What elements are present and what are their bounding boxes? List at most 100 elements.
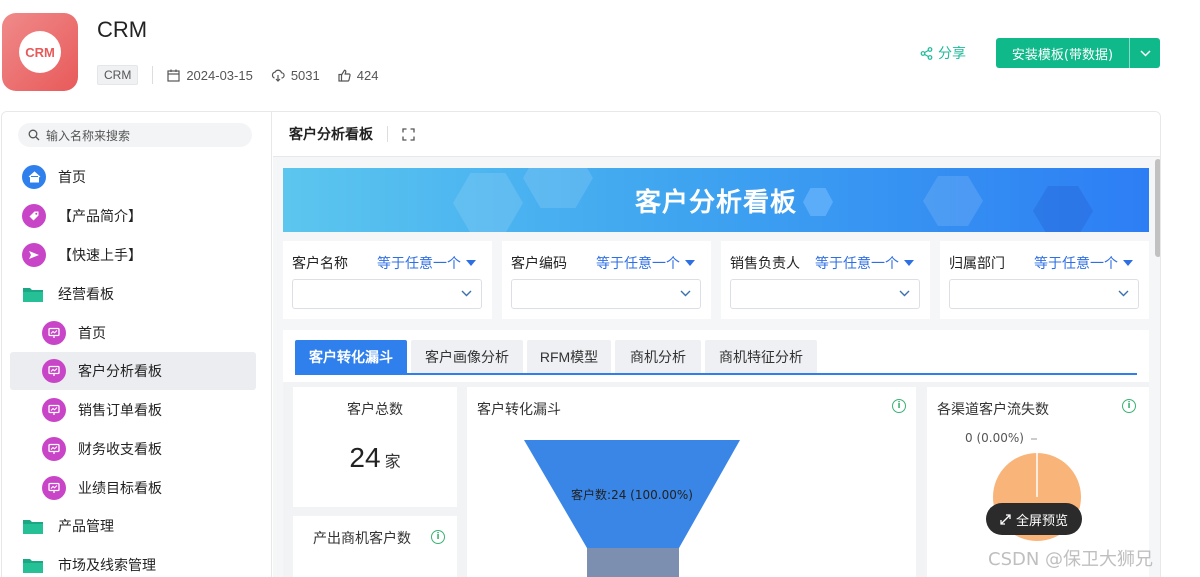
sidebar-item-marketing[interactable]: 市场及线索管理 [10, 546, 256, 577]
sidebar-item-finance[interactable]: 财务收支看板 [10, 430, 256, 468]
pie-label: 0 (0.00%) [965, 431, 1024, 445]
sidebar-item-quick-start[interactable]: 【快速上手】 [10, 236, 256, 274]
card-total-customers: 客户总数 24 家 [293, 387, 457, 507]
app-logo: CRM [2, 13, 78, 91]
filter-sales-owner: 销售负责人 等于任意一个 [721, 241, 930, 319]
search-placeholder: 输入名称来搜索 [46, 128, 131, 143]
install-template-button[interactable]: 安装模板(带数据) [996, 38, 1160, 68]
funnel-label: 客户数:24 (100.00%) [571, 488, 693, 502]
sidebar-item-product-management[interactable]: 产品管理 [10, 507, 256, 545]
tab-conversion-funnel[interactable]: 客户转化漏斗 [295, 340, 407, 374]
sidebar-item-label: 首页 [78, 325, 106, 341]
filter-customer-code: 客户编码 等于任意一个 [502, 241, 711, 319]
caret-down-icon [466, 260, 476, 266]
chevron-down-icon [1118, 290, 1129, 297]
filter-select[interactable] [949, 279, 1139, 309]
likes-count: 424 [356, 67, 379, 83]
search-input[interactable]: 输入名称来搜索 [18, 123, 252, 147]
filter-select[interactable] [292, 279, 482, 309]
dashboard-topbar: 客户分析看板 [273, 112, 1160, 157]
sidebar-item-business-dashboard[interactable]: 经营看板 [10, 275, 256, 313]
card-conversion-funnel: 客户转化漏斗 i 客户数:24 (100.00%) [467, 387, 916, 577]
watermark: CSDN @保卫大狮兄 [988, 549, 1154, 570]
sidebar-item-label: 首页 [58, 169, 86, 185]
banner-title: 客户分析看板 [634, 186, 797, 217]
search-icon [28, 129, 40, 141]
caret-down-icon [904, 260, 914, 266]
caret-down-icon [1123, 260, 1133, 266]
chevron-down-icon [461, 290, 472, 297]
filter-select[interactable] [730, 279, 920, 309]
sidebar-item-label: 财务收支看板 [78, 441, 162, 457]
dashboard-icon [42, 437, 66, 461]
folder-icon [22, 518, 44, 535]
analysis-panel: 客户转化漏斗 客户画像分析 RFM模型 商机分析 商机特征分析 客户总数 24 家… [283, 330, 1149, 577]
scrollbar[interactable] [1155, 159, 1160, 257]
filter-label: 客户名称 [292, 255, 348, 271]
filter-operator[interactable]: 等于任意一个 [596, 253, 695, 273]
tab-opportunity-analysis[interactable]: 商机分析 [615, 340, 701, 374]
expand-icon[interactable] [402, 127, 415, 141]
downloads-meta: 5031 [271, 68, 320, 83]
dashboard-icon [42, 476, 66, 500]
sidebar-item-home[interactable]: 首页 [10, 158, 256, 196]
sidebar-item-label: 经营看板 [58, 286, 114, 302]
home-icon [22, 165, 46, 189]
card-title: 产出商机客户数 [313, 530, 411, 546]
cloud-download-icon [271, 69, 285, 82]
folder-icon [22, 286, 44, 303]
sidebar-item-label: 市场及线索管理 [58, 557, 156, 573]
sidebar-item-dashboard-home[interactable]: 首页 [10, 314, 256, 352]
chevron-down-icon [680, 290, 691, 297]
info-icon[interactable]: i [431, 530, 445, 544]
page-title: 客户分析看板 [289, 126, 373, 142]
tab-opportunity-features[interactable]: 商机特征分析 [705, 340, 817, 374]
dashboard-icon [42, 359, 66, 383]
sidebar-item-product-intro[interactable]: 【产品简介】 [10, 197, 256, 235]
date-text: 2024-03-15 [186, 67, 253, 83]
app-title: CRM [97, 17, 148, 42]
app-logo-text: CRM [25, 44, 55, 60]
install-label[interactable]: 安装模板(带数据) [996, 38, 1130, 68]
filter-operator[interactable]: 等于任意一个 [815, 253, 914, 273]
filter-customer-name: 客户名称 等于任意一个 [283, 241, 492, 319]
filter-select[interactable] [511, 279, 701, 309]
dashboard-banner: 客户分析看板 [283, 168, 1149, 232]
share-label: 分享 [938, 46, 966, 62]
share-icon [920, 46, 933, 60]
card-title: 客户总数 [347, 401, 403, 417]
expand-arrows-icon [1000, 513, 1011, 525]
install-dropdown-toggle[interactable] [1130, 38, 1160, 68]
filter-operator[interactable]: 等于任意一个 [1034, 253, 1133, 273]
sidebar-item-sales-orders[interactable]: 销售订单看板 [10, 391, 256, 429]
tag-icon [22, 204, 46, 228]
date-meta: 2024-03-15 [167, 68, 253, 83]
card-opportunity-customers: 产出商机客户数 i [293, 516, 457, 577]
funnel-chart [524, 440, 740, 577]
template-preview-frame: 输入名称来搜索 首页 【产品简介】 【快速上手】 经营看板 首页 客户分析看板 … [1, 111, 1161, 577]
chevron-down-icon [899, 290, 910, 297]
likes-meta[interactable]: 424 [338, 67, 379, 83]
funnel-stage[interactable] [587, 548, 679, 577]
filter-label: 销售负责人 [730, 255, 800, 271]
app-meta: CRM 2024-03-15 5031 424 [97, 65, 396, 85]
sidebar-item-label: 【快速上手】 [58, 247, 142, 263]
filter-operator[interactable]: 等于任意一个 [377, 253, 476, 273]
chevron-down-icon [1139, 49, 1151, 57]
sidebar-item-label: 销售订单看板 [78, 402, 162, 418]
sidebar: 输入名称来搜索 首页 【产品简介】 【快速上手】 经营看板 首页 客户分析看板 … [2, 112, 272, 577]
sidebar-item-performance[interactable]: 业绩目标看板 [10, 469, 256, 507]
category-tag: CRM [97, 65, 139, 85]
filter-department: 归属部门 等于任意一个 [940, 241, 1149, 319]
tab-customer-profile[interactable]: 客户画像分析 [411, 340, 523, 374]
total-customers-value: 24 家 [349, 442, 401, 473]
sidebar-item-label: 【产品简介】 [58, 208, 142, 224]
thumbs-up-icon [338, 69, 351, 82]
sidebar-item-customer-analysis[interactable]: 客户分析看板 [10, 352, 256, 390]
fullscreen-preview-button[interactable]: 全屏预览 [986, 503, 1082, 535]
caret-down-icon [685, 260, 695, 266]
share-button[interactable]: 分享 [920, 43, 966, 63]
downloads-count: 5031 [290, 67, 320, 83]
tab-rfm-model[interactable]: RFM模型 [527, 340, 611, 374]
send-icon [22, 243, 46, 267]
